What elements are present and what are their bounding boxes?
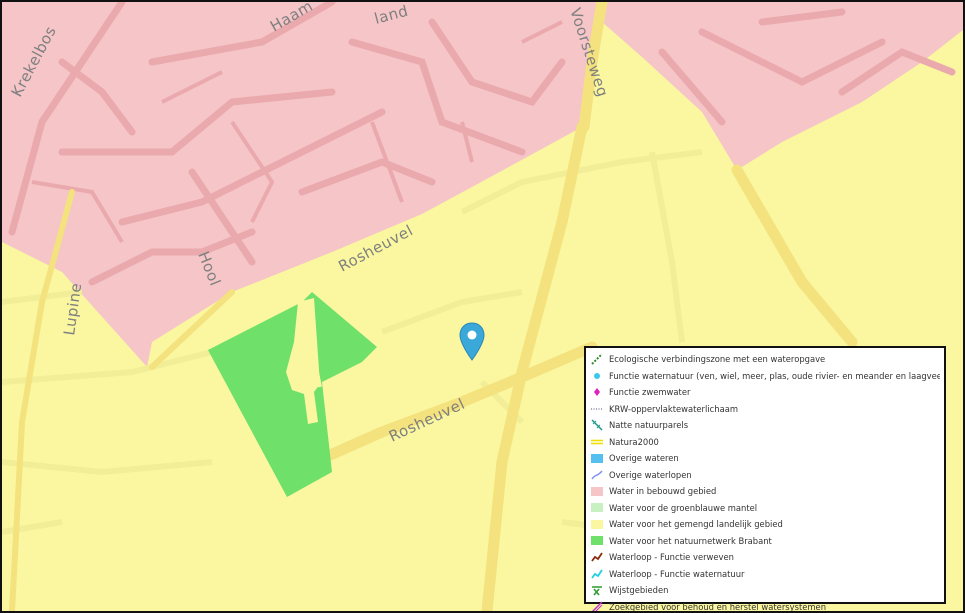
blue-line-icon	[591, 469, 603, 481]
legend-item: Overige wateren	[591, 450, 940, 467]
legend-item: Water voor de groenblauwe mantel	[591, 500, 940, 517]
legend-item: KRW-oppervlaktewaterlichaam	[591, 401, 940, 418]
legend-item: Natura2000	[591, 434, 940, 451]
pink-fill-icon	[591, 485, 603, 497]
dotted-line-icon	[591, 403, 603, 415]
legend-item-label: Water voor de groenblauwe mantel	[609, 502, 758, 513]
legend-item: Functie zwemwater	[591, 384, 940, 401]
legend-item-label: KRW-oppervlaktewaterlichaam	[609, 403, 738, 414]
legend-item: Ecologische verbindingszone met een wate…	[591, 351, 940, 368]
legend-item-label: Functie waternatuur (ven, wiel, meer, pl…	[609, 370, 940, 381]
legend-item: Functie waternatuur (ven, wiel, meer, pl…	[591, 368, 940, 385]
green-cross-line-icon	[591, 584, 603, 596]
map-legend: Ecologische verbindingszone met een wate…	[584, 346, 946, 611]
map-frame: Krekelbos Haam land Voorsteweg Hool Rosh…	[0, 0, 965, 613]
legend-item: Natte natuurparels	[591, 417, 940, 434]
yellow-fill-icon	[591, 518, 603, 530]
brown-line-icon	[591, 551, 603, 563]
magenta-diamond-icon	[591, 386, 603, 398]
legend-item-label: Waterloop - Functie verweven	[609, 552, 734, 563]
map-pin-icon[interactable]	[458, 322, 486, 362]
dashed-green-line-icon	[591, 353, 603, 365]
legend-item-label: Wijstgebieden	[609, 585, 669, 596]
legend-item-label: Water voor het natuurnetwerk Brabant	[609, 535, 772, 546]
legend-item: Waterloop - Functie verweven	[591, 549, 940, 566]
green-fill-icon	[591, 535, 603, 547]
legend-item: Zoekgebied voor behoud en herstel waters…	[591, 599, 940, 612]
legend-item-label: Waterloop - Functie waternatuur	[609, 568, 745, 579]
legend-item-label: Natura2000	[609, 436, 659, 447]
legend-item-label: Ecologische verbindingszone met een wate…	[609, 354, 826, 365]
legend-item-label: Water in bebouwd gebied	[609, 486, 717, 497]
magenta-line-icon	[591, 601, 603, 611]
blue-fill-icon	[591, 452, 603, 464]
legend-item: Water voor het natuurnetwerk Brabant	[591, 533, 940, 550]
legend-item-label: Overige waterlopen	[609, 469, 692, 480]
cyan-line-icon	[591, 568, 603, 580]
cyan-dot-icon	[591, 370, 603, 382]
yellow-double-line-icon	[591, 436, 603, 448]
legend-item-label: Natte natuurparels	[609, 420, 689, 431]
legend-item-label: Zoekgebied voor behoud en herstel waters…	[609, 601, 827, 612]
legend-item-label: Overige wateren	[609, 453, 679, 464]
light-green-fill-icon	[591, 502, 603, 514]
legend-item: Overige waterlopen	[591, 467, 940, 484]
legend-item: Water voor het gemengd landelijk gebied	[591, 516, 940, 533]
legend-item-label: Functie zwemwater	[609, 387, 691, 398]
legend-item: Wijstgebieden	[591, 582, 940, 599]
legend-item-label: Water voor het gemengd landelijk gebied	[609, 519, 783, 530]
legend-item: Water in bebouwd gebied	[591, 483, 940, 500]
legend-item: Waterloop - Functie waternatuur	[591, 566, 940, 583]
teal-hatch-line-icon	[591, 419, 603, 431]
